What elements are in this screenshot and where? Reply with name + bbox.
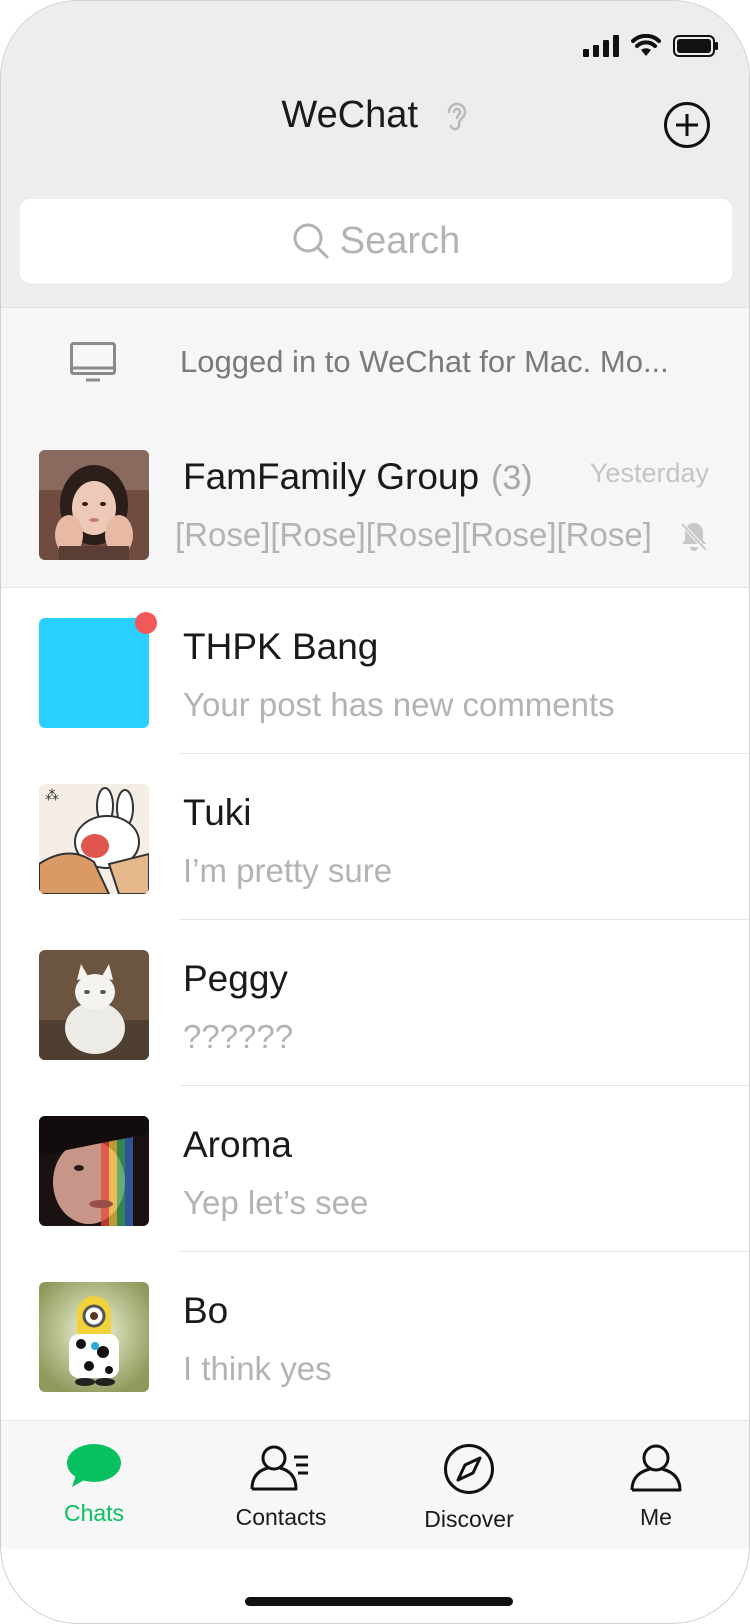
chat-name: THPK Bang <box>183 626 379 667</box>
search-placeholder: Search <box>339 219 461 262</box>
page-title: WeChat <box>281 94 419 137</box>
chat-last-message: I’m pretty sure <box>183 852 393 889</box>
login-banner-text: Logged in to WeChat for Mac. Mo... <box>180 344 669 379</box>
chat-bubble-icon <box>67 1444 121 1487</box>
wifi-icon <box>631 34 661 56</box>
avatar <box>39 950 149 1060</box>
avatar: ⁂ <box>39 784 149 894</box>
avatar-photo-cat <box>39 950 149 1060</box>
tab-contacts[interactable]: Contacts <box>201 1443 361 1531</box>
svg-text:⁂: ⁂ <box>45 788 59 804</box>
navbar-title: WeChat <box>1 93 749 137</box>
chat-last-message: ?????? <box>183 1018 294 1055</box>
tab-label: Discover <box>424 1506 514 1532</box>
login-banner[interactable]: Logged in to WeChat for Mac. Mo... <box>1 307 749 419</box>
avatar-photo-girl <box>39 450 149 560</box>
chat-name: Peggy <box>183 958 288 999</box>
chat-name: Tuki <box>183 792 252 833</box>
chat-time: Yesterday <box>589 458 709 488</box>
compass-icon <box>444 1444 494 1494</box>
avatar <box>39 618 149 728</box>
tab-chats[interactable]: Chats <box>14 1443 174 1527</box>
chat-last-message: I think yes <box>183 1350 332 1387</box>
chat-row-tuki[interactable]: ⁂ Tuki I’m pretty sure <box>1 754 749 920</box>
home-indicator[interactable] <box>245 1597 513 1606</box>
tab-label: Chats <box>63 1500 125 1526</box>
tab-label: Contacts <box>235 1504 327 1530</box>
unread-dot <box>135 612 157 634</box>
chat-last-message: Your post has new comments <box>183 686 615 723</box>
battery-icon <box>673 35 718 57</box>
chat-name: Aroma <box>183 1124 292 1165</box>
avatar-minion-illustration <box>39 1282 149 1392</box>
chat-row-peggy[interactable]: Peggy ?????? <box>1 920 749 1086</box>
header: WeChat Search <box>1 1 749 307</box>
chat-name: Bo <box>183 1290 229 1331</box>
person-icon <box>630 1444 682 1492</box>
avatar <box>39 1116 149 1226</box>
add-button[interactable] <box>663 101 711 149</box>
desktop-computer-icon <box>70 342 116 382</box>
contacts-icon <box>250 1445 308 1491</box>
avatar <box>39 1282 149 1392</box>
tab-bar: Chats Contacts Discover Me <box>1 1420 749 1549</box>
chat-row-bo[interactable]: Bo I think yes <box>1 1252 749 1418</box>
chat-row-thpk-bang[interactable]: THPK Bang Your post has new comments <box>1 588 749 754</box>
chat-last-message: Yep let’s see <box>183 1184 369 1221</box>
member-count: (3) <box>491 459 533 497</box>
chat-row-famfamily-group[interactable]: FamFamily Group (3) Yesterday [Rose][Rose… <box>1 418 749 588</box>
chat-row-aroma[interactable]: Aroma Yep let’s see <box>1 1086 749 1252</box>
phone-screen: WeChat Search Logged in to WeChat for Ma <box>0 0 750 1624</box>
tab-label: Me <box>640 1504 672 1530</box>
avatar-photo-face <box>39 1116 149 1226</box>
tab-discover[interactable]: Discover <box>389 1443 549 1533</box>
chat-list: FamFamily Group (3) Yesterday [Rose][Rose… <box>1 418 749 1418</box>
tab-me[interactable]: Me <box>576 1443 736 1531</box>
avatar-bunny-illustration: ⁂ <box>39 784 149 894</box>
search-bar[interactable]: Search <box>20 199 732 283</box>
cellular-signal-icon <box>583 35 619 57</box>
ear-mode-icon <box>447 102 466 131</box>
search-icon <box>293 223 329 259</box>
chat-name: FamFamily Group (3) <box>183 456 533 497</box>
chat-last-message: [Rose][Rose][Rose][Rose][Rose] <box>175 516 652 553</box>
avatar <box>39 450 149 560</box>
status-bar <box>583 34 719 58</box>
muted-bell-icon <box>680 522 708 552</box>
